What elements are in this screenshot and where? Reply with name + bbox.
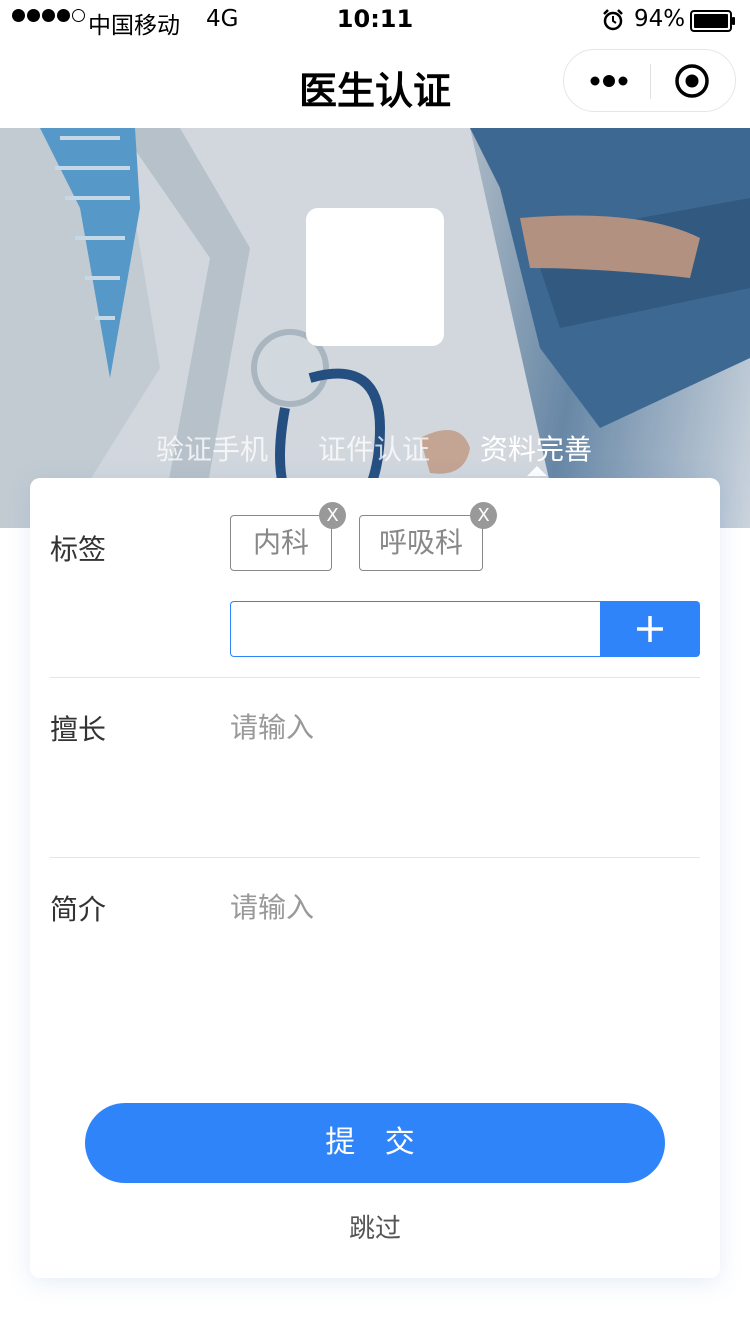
step-complete-profile[interactable]: 资料完善: [480, 428, 592, 468]
intro-textarea[interactable]: [230, 886, 700, 1026]
mini-program-capsule: [563, 49, 736, 112]
plus-icon: [637, 616, 663, 642]
intro-label: 简介: [50, 893, 107, 926]
active-step-pointer: [527, 466, 547, 476]
skill-label: 擅长: [50, 713, 107, 746]
skip-link[interactable]: 跳过: [30, 1208, 720, 1245]
tag-chip[interactable]: 呼吸科: [359, 515, 483, 571]
submit-button[interactable]: 提 交: [85, 1103, 665, 1183]
skill-textarea[interactable]: [230, 706, 700, 846]
doctor-verify-page: 中国移动 4G 10:11 94% 医生认证 验证手机 证件认证 资料完善 标签…: [0, 0, 750, 1334]
tag-chip[interactable]: 内科: [230, 515, 332, 571]
battery-icon: [690, 10, 735, 32]
row-divider: [50, 677, 700, 678]
nav-bar: 医生认证: [0, 40, 750, 128]
battery-percent: 94%: [634, 6, 686, 32]
target-icon[interactable]: [674, 63, 710, 99]
tag-input[interactable]: [230, 601, 601, 657]
step-indicator: 验证手机 证件认证 资料完善: [0, 428, 750, 468]
row-divider: [50, 857, 700, 858]
step-id-verify[interactable]: 证件认证: [318, 428, 430, 468]
remove-tag-icon[interactable]: X: [470, 502, 497, 529]
add-tag-button[interactable]: [600, 601, 700, 657]
capsule-divider: [650, 64, 651, 99]
remove-tag-icon[interactable]: X: [319, 502, 346, 529]
status-bar: 中国移动 4G 10:11 94%: [0, 0, 750, 40]
alarm-icon: [603, 9, 623, 31]
more-icon[interactable]: [588, 67, 630, 95]
avatar-placeholder[interactable]: [306, 208, 444, 346]
step-verify-phone[interactable]: 验证手机: [156, 428, 268, 468]
hero-banner: 验证手机 证件认证 资料完善: [0, 128, 750, 528]
tags-label: 标签: [50, 533, 107, 566]
profile-form-card: 标签 内科 X 呼吸科 X 擅长 简介 提 交 跳过: [30, 478, 720, 1278]
